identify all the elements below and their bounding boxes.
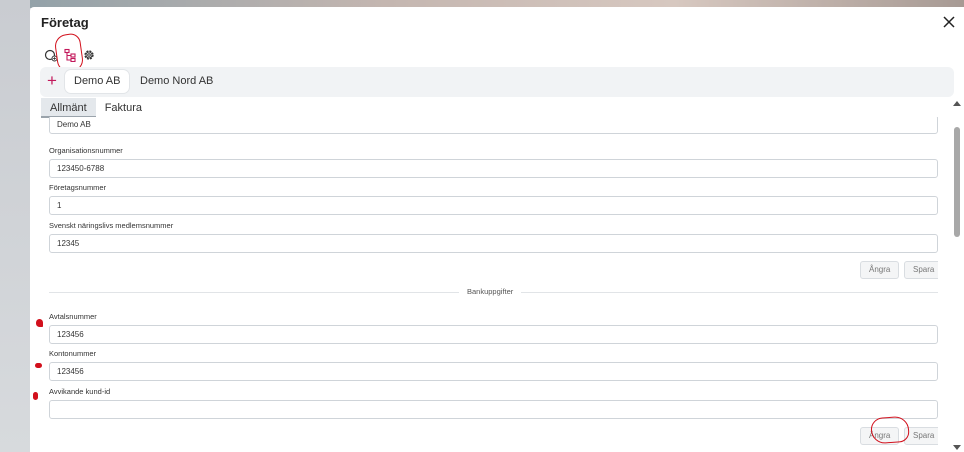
annotation-circle — [870, 415, 910, 445]
backdrop-sidebar — [0, 0, 30, 452]
annotation-mark — [35, 363, 42, 368]
customer-id-field[interactable] — [49, 400, 938, 419]
tab-invoice[interactable]: Faktura — [96, 98, 151, 118]
close-icon[interactable] — [942, 15, 956, 29]
org-number-field[interactable]: 123450-6788 — [49, 159, 938, 178]
toolbar — [43, 46, 96, 64]
company-form: Demo AB Organisationsnummer 123450-6788 … — [49, 117, 938, 452]
section-tabs: Allmänt Faktura — [41, 98, 151, 118]
company-name-field[interactable]: Demo AB — [49, 117, 938, 134]
annotation-mark — [36, 319, 43, 327]
gear-icon[interactable] — [81, 47, 96, 63]
scroll-up-icon[interactable] — [953, 101, 961, 106]
agreement-number-field[interactable]: 123456 — [49, 325, 938, 344]
scroll-thumb[interactable] — [954, 127, 960, 237]
agreement-number-label: Avtalsnummer — [49, 312, 97, 321]
hierarchy-icon[interactable] — [62, 47, 77, 63]
company-number-label: Företagsnummer — [49, 183, 107, 192]
undo-general-button[interactable]: Ångra — [860, 261, 900, 279]
company-selector-bar: + Demo AB Demo Nord AB — [40, 67, 954, 97]
customer-id-label: Avvikande kund-id — [49, 387, 111, 396]
account-number-label: Kontonummer — [49, 349, 97, 358]
tab-general[interactable]: Allmänt — [41, 98, 96, 118]
company-dialog: Företag + Demo AB Demo Nord AB Allmänt F… — [30, 7, 964, 452]
save-general-button[interactable]: Spara — [904, 261, 938, 279]
annotation-mark — [33, 392, 38, 400]
member-number-field[interactable]: 12345 — [49, 234, 938, 253]
add-company-button[interactable]: + — [43, 71, 61, 91]
member-number-label: Svenskt näringslivs medlemsnummer — [49, 221, 174, 230]
bank-section-label: Bankuppgifter — [459, 287, 522, 296]
org-number-label: Organisationsnummer — [49, 146, 123, 155]
dialog-title: Företag — [41, 15, 89, 30]
company-tab-demo-nord-ab[interactable]: Demo Nord AB — [131, 70, 222, 93]
scrollbar[interactable] — [950, 99, 964, 452]
company-tab-demo-ab[interactable]: Demo AB — [65, 70, 130, 93]
account-number-field[interactable]: 123456 — [49, 362, 938, 381]
scroll-down-icon[interactable] — [953, 445, 961, 450]
company-number-field[interactable]: 1 — [49, 196, 938, 215]
